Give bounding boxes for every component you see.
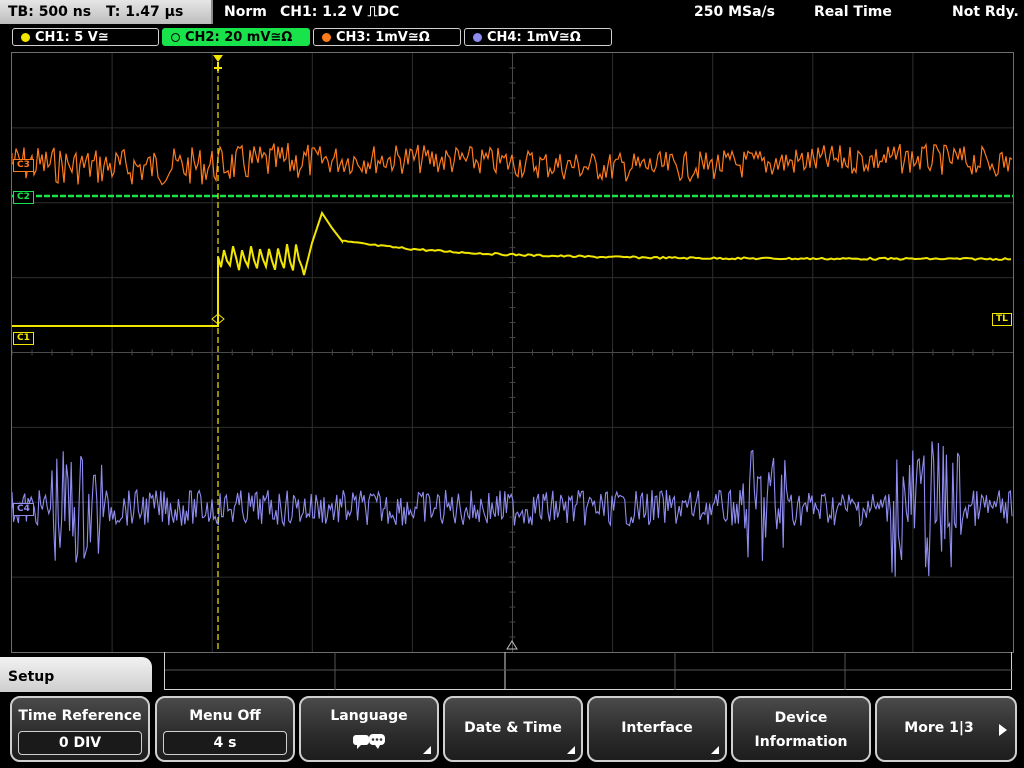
ch2-offset-marker[interactable]: C2 — [13, 191, 34, 204]
graticule-grid — [12, 53, 1013, 652]
time-reference-value: 0 DIV — [18, 731, 142, 755]
softkey-label-line2: Information — [754, 734, 848, 750]
ch1-dot-icon — [21, 33, 30, 42]
timebase-box[interactable]: TB: 500 ns T: 1.47 µs — [0, 0, 213, 24]
waveform-display[interactable]: C3 C2 C1 C4 TL — [11, 52, 1014, 653]
ch1-offset-marker[interactable]: C1 — [13, 332, 34, 345]
ch3-dot-icon — [322, 33, 331, 42]
channel-tab-ch1[interactable]: CH1: 5 V≅ — [12, 28, 159, 46]
trigger-level-marker[interactable]: TL — [992, 313, 1012, 326]
softkey-label: Time Reference — [18, 708, 142, 724]
channel-tab-ch3[interactable]: CH3: 1mV≅Ω — [313, 28, 461, 46]
time-reference-button[interactable]: Time Reference 0 DIV — [10, 696, 150, 762]
sample-rate: 250 MSa/s — [694, 4, 776, 20]
date-time-button[interactable]: Date & Time — [443, 696, 583, 762]
language-icon — [353, 734, 385, 749]
softkey-label: Device — [774, 710, 828, 726]
interface-button[interactable]: Interface — [587, 696, 727, 762]
submenu-corner-icon — [423, 746, 431, 754]
submenu-corner-icon — [567, 746, 575, 754]
more-button[interactable]: More 1|3 — [875, 696, 1017, 762]
ch4-offset-marker[interactable]: C4 — [13, 503, 34, 516]
softkey-label: Menu Off — [189, 708, 261, 724]
trigger-mode[interactable]: Norm — [224, 0, 267, 24]
trigger-state: Not Rdy. — [952, 4, 1019, 20]
timebase-value: TB: 500 ns — [8, 4, 92, 20]
ch1-waveform — [12, 210, 1012, 327]
trigger-position-icon[interactable] — [213, 55, 223, 71]
softkey-label: Date & Time — [464, 720, 562, 736]
channel-tab-label: CH4: 1mV≅Ω — [487, 30, 581, 45]
channel-tabs: CH1: 5 V≅ CH2: 20 mV≅Ω CH3: 1mV≅Ω CH4: 1… — [0, 26, 1024, 48]
language-button[interactable]: Language — [299, 696, 439, 762]
menu-off-value: 4 s — [163, 731, 287, 755]
acquisition-mode: Real Time — [814, 4, 892, 20]
ch3-offset-marker[interactable]: C3 — [13, 159, 34, 172]
zoom-strip-grid — [165, 652, 1013, 690]
status-bar: TB: 500 ns T: 1.47 µs Norm CH1: 1.2 V ⎍D… — [0, 0, 1024, 24]
ch4-dot-icon — [473, 33, 482, 42]
channel-tab-ch4[interactable]: CH4: 1mV≅Ω — [464, 28, 612, 46]
softkey-label: Interface — [621, 720, 693, 736]
next-page-arrow-icon — [999, 724, 1007, 736]
softkey-label: More 1|3 — [904, 720, 974, 736]
channel-tab-label: CH2: 20 mV≅Ω — [185, 30, 293, 45]
trigger-time-value: T: 1.47 µs — [105, 4, 184, 20]
channel-tab-ch2[interactable]: CH2: 20 mV≅Ω — [162, 28, 310, 46]
menu-off-button[interactable]: Menu Off 4 s — [155, 696, 295, 762]
waveform-canvas — [12, 53, 1013, 652]
zoom-overview-strip — [164, 652, 1013, 690]
menu-title: Setup — [0, 657, 152, 697]
channel-tab-label: CH1: 5 V≅ — [35, 30, 109, 45]
trigger-source[interactable]: CH1: 1.2 V ⎍DC — [280, 0, 399, 24]
softkey-label: Language — [330, 708, 408, 724]
device-information-button[interactable]: Device Information — [731, 696, 871, 762]
ch2-dot-icon — [171, 33, 180, 42]
softkey-menu: Time Reference 0 DIV Menu Off 4 s Langua… — [0, 692, 1024, 768]
channel-tab-label: CH3: 1mV≅Ω — [336, 30, 430, 45]
submenu-corner-icon — [711, 746, 719, 754]
